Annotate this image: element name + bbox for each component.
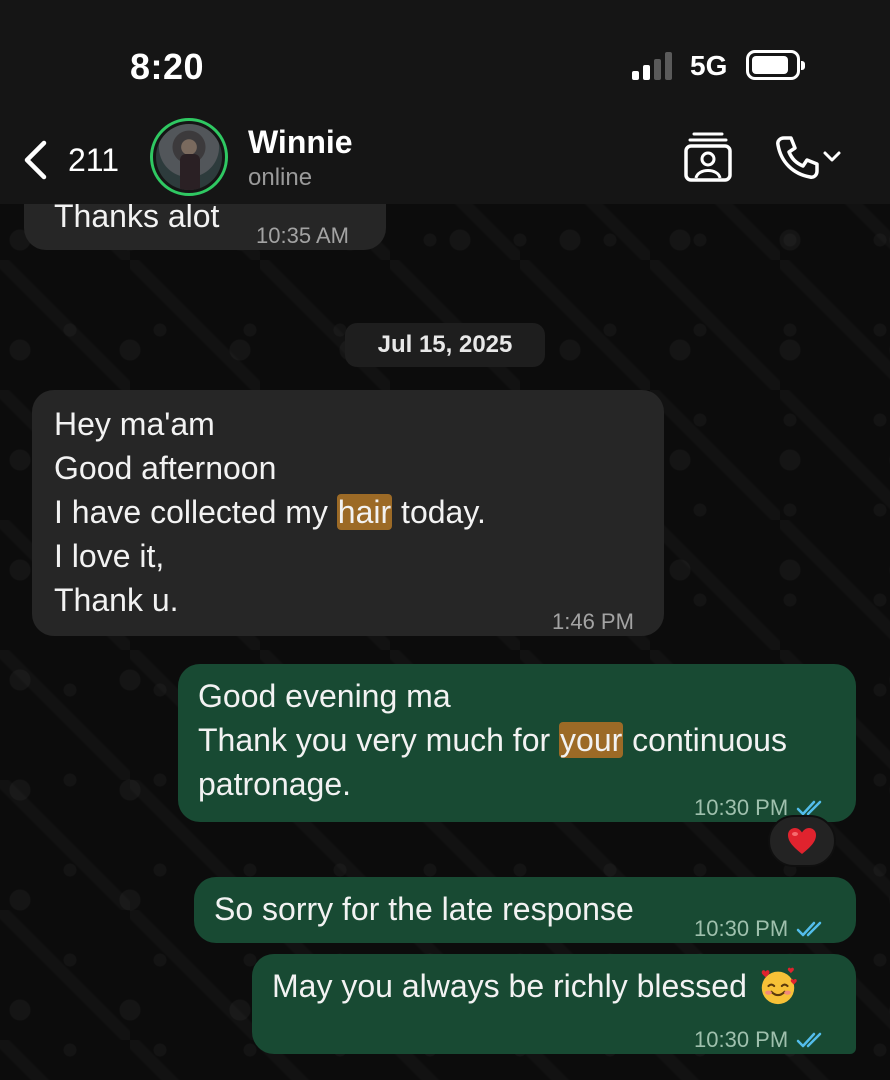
chevron-left-icon <box>24 140 47 180</box>
message-meta: 10:30 PM <box>694 907 826 951</box>
message-line: Thank u. <box>54 582 179 618</box>
chevron-down-icon <box>823 151 841 162</box>
heart-icon <box>788 828 816 854</box>
read-ticks-icon <box>796 1032 822 1048</box>
video-call-icon <box>684 132 732 182</box>
search-highlight: hair <box>336 494 393 530</box>
message-meta: 10:30 PM <box>694 1018 826 1062</box>
unread-count: 211 <box>68 141 120 178</box>
contact-name[interactable]: Winnie <box>248 124 353 161</box>
date-separator: Jul 15, 2025 <box>345 323 545 367</box>
heart-reaction[interactable] <box>768 815 836 867</box>
message-line: Thank you very much for your continuous <box>198 722 787 758</box>
message-incoming[interactable]: Hey ma'am Good afternoon I have collecte… <box>32 390 664 636</box>
message-outgoing[interactable]: May you always be richly blessed 10:30 P… <box>252 954 856 1054</box>
message-time: 10:35 AM <box>256 223 349 248</box>
message-text: May you always be richly blessed <box>272 968 747 1004</box>
signal-icon <box>632 52 674 80</box>
video-call-button[interactable] <box>680 130 736 184</box>
voice-call-button[interactable] <box>772 132 844 182</box>
message-outgoing[interactable]: Good evening ma Thank you very much for … <box>178 664 856 822</box>
message-line: Hey ma'am <box>54 406 215 442</box>
smiling-face-with-hearts-icon <box>761 967 797 1005</box>
chat-header: 8:20 5G 211 Winnie online <box>0 0 890 204</box>
message-line: I love it, <box>54 538 165 574</box>
status-time: 8:20 <box>130 46 205 87</box>
read-ticks-icon <box>796 921 822 937</box>
message-text: So sorry for the late response <box>214 891 634 927</box>
message-outgoing[interactable]: So sorry for the late response 10:30 PM <box>194 877 856 943</box>
message-time: 10:30 PM <box>694 916 789 941</box>
message-line: Good afternoon <box>54 450 277 486</box>
message-time: 10:30 PM <box>694 1027 789 1052</box>
search-highlight: your <box>559 722 624 758</box>
contact-avatar[interactable] <box>150 118 228 196</box>
contact-status: online <box>248 164 313 191</box>
network-type: 5G <box>690 50 728 81</box>
back-button[interactable]: 211 <box>22 135 132 185</box>
message-line: Good evening ma <box>198 678 451 714</box>
message-time: 1:46 PM <box>552 609 634 634</box>
phone-icon <box>776 136 819 179</box>
battery-icon <box>746 50 805 80</box>
message-line: I have collected my hair today. <box>54 494 486 530</box>
